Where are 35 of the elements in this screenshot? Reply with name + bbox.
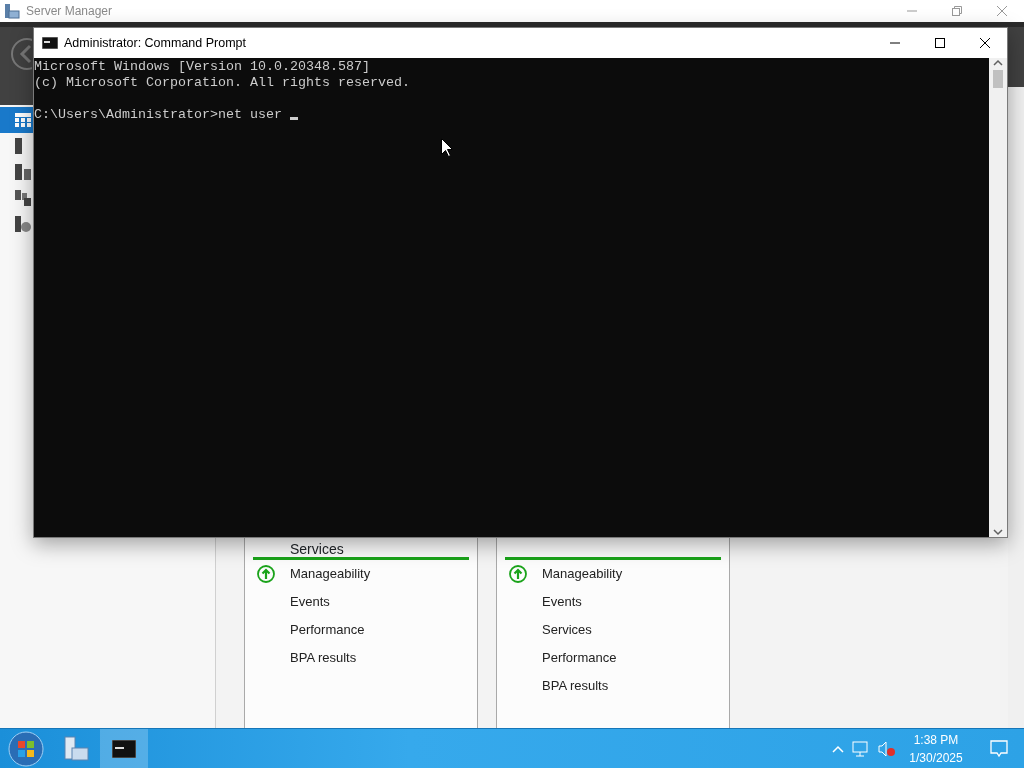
tile-link[interactable]: Performance <box>290 620 365 640</box>
console-output-line: (c) Microsoft Corporation. All rights reserved. <box>34 75 410 91</box>
console-icon <box>42 37 58 49</box>
tile-link[interactable]: BPA results <box>290 648 357 668</box>
window-title: Administrator: Command Prompt <box>64 34 246 52</box>
text-cursor-icon <box>289 117 298 120</box>
scrollbar[interactable] <box>989 58 1007 537</box>
maximize-icon[interactable] <box>934 38 945 48</box>
taskbar-app-button[interactable] <box>100 728 148 768</box>
console-command-line: C:\Users\Administrator>net user <box>34 107 298 123</box>
tile-link[interactable]: Events <box>290 592 330 612</box>
restore-icon[interactable] <box>951 6 962 16</box>
window-title: Server Manager <box>26 3 113 20</box>
dashboard-icon[interactable] <box>0 107 34 133</box>
tile-link[interactable]: Manageability <box>542 564 623 584</box>
server-icon <box>4 3 20 19</box>
tile-link[interactable]: Services <box>542 620 592 640</box>
scroll-thumb[interactable] <box>993 70 1003 88</box>
tile-link[interactable]: BPA results <box>542 676 609 696</box>
tile-link[interactable]: Manageability <box>290 564 371 584</box>
tile-link[interactable]: Events <box>542 592 582 612</box>
tile-heading: Services <box>290 542 344 556</box>
network-icon[interactable] <box>852 740 870 757</box>
mouse-pointer-icon <box>441 138 453 157</box>
server-icon <box>63 735 89 762</box>
scroll-up-icon[interactable] <box>993 58 1003 66</box>
scroll-down-icon[interactable] <box>993 527 1003 537</box>
back-icon[interactable] <box>10 37 32 71</box>
console-output-line: Microsoft Windows [Version 10.0.20348.587] <box>34 59 370 75</box>
console-icon <box>112 739 136 758</box>
chevron-up-icon[interactable] <box>832 744 844 753</box>
muted-speaker-icon[interactable] <box>878 740 896 757</box>
tile-link[interactable]: Performance <box>542 648 617 668</box>
notification-icon[interactable] <box>990 739 1008 758</box>
close-icon[interactable] <box>979 38 990 48</box>
